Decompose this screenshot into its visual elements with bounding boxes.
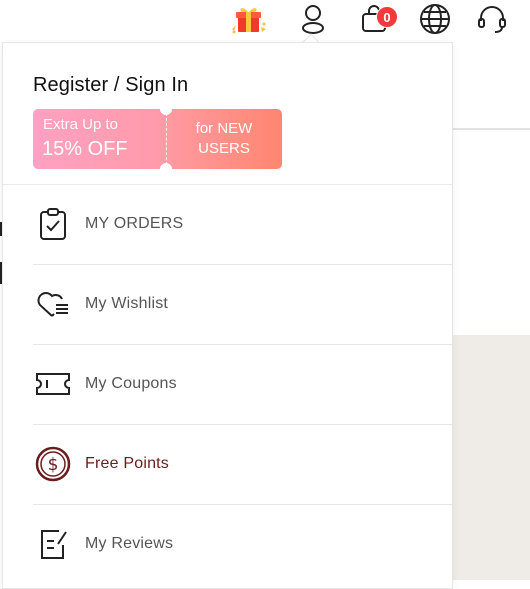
heart-list-icon bbox=[33, 284, 73, 324]
cart-count-badge: 0 bbox=[376, 6, 398, 28]
cart-icon[interactable]: 0 bbox=[359, 3, 398, 35]
gift-icon[interactable] bbox=[228, 3, 268, 35]
globe-icon[interactable] bbox=[419, 3, 451, 35]
clipboard-check-icon bbox=[33, 204, 73, 244]
menu-item-my-orders[interactable]: MY ORDERS bbox=[33, 184, 452, 265]
dollar-coin-icon: $ bbox=[33, 444, 73, 484]
menu-item-label: MY ORDERS bbox=[85, 215, 184, 232]
promo-audience: for NEW USERS bbox=[166, 109, 282, 169]
menu-item-label: Free Points bbox=[85, 455, 170, 472]
ticket-icon bbox=[33, 364, 73, 404]
menu-item-label: My Reviews bbox=[85, 535, 174, 552]
promo-discount: Extra Up to 15% OFF bbox=[33, 109, 166, 169]
new-user-promo-banner[interactable]: Extra Up to 15% OFF for NEW USERS bbox=[33, 109, 282, 169]
promo-line-1: Extra Up to bbox=[43, 116, 119, 133]
menu-item-my-coupons[interactable]: My Coupons bbox=[33, 344, 452, 425]
promo-line-2: 15% OFF bbox=[42, 138, 128, 160]
menu-item-my-reviews[interactable]: My Reviews bbox=[33, 504, 452, 584]
promo-notch bbox=[160, 163, 172, 169]
background-image bbox=[452, 335, 530, 580]
account-dropdown: Register / Sign In Extra Up to 15% OFF f… bbox=[2, 42, 453, 589]
top-icon-bar: 0 bbox=[0, 0, 530, 40]
menu-item-free-points[interactable]: $ Free Points bbox=[33, 424, 452, 505]
promo-divider bbox=[166, 113, 167, 165]
background-divider bbox=[452, 128, 530, 130]
register-sign-in-link[interactable]: Register / Sign In bbox=[33, 74, 188, 97]
svg-text:$: $ bbox=[48, 455, 59, 475]
headset-icon[interactable] bbox=[476, 3, 508, 35]
user-icon[interactable] bbox=[297, 3, 329, 35]
menu-item-label: My Wishlist bbox=[85, 295, 169, 312]
promo-right-line-2: USERS bbox=[198, 140, 250, 157]
menu-item-label: My Coupons bbox=[85, 375, 177, 392]
promo-right-line-1: for NEW bbox=[195, 120, 253, 137]
menu-item-my-wishlist[interactable]: My Wishlist bbox=[33, 264, 452, 345]
edit-document-icon bbox=[33, 524, 73, 564]
